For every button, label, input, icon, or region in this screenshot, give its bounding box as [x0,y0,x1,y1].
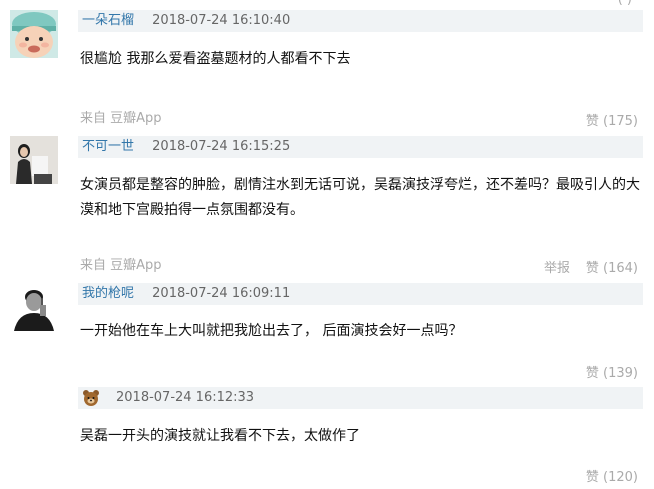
reply-text: 吴磊一开头的演技就让我看不下去，太做作了 [80,428,360,444]
vote-button[interactable]: 赞 (164) [586,257,638,276]
comment-text: 一开始他在车上大叫就把我尬出去了， 后面演技会好一点吗？ [80,323,463,339]
reply-timestamp: 2018-07-24 16:12:33 [116,390,255,405]
avatar-person[interactable] [10,136,58,184]
comment-timestamp: 2018-07-24 16:15:25 [152,139,291,154]
username-link[interactable]: 不可一世 [82,139,134,154]
comment-source: 来自 豆瓣App [80,258,162,273]
vote-button[interactable]: 赞 (139) [586,362,638,381]
comment-source: 来自 豆瓣App [80,111,162,126]
username-link[interactable]: 一朵石榴 [82,13,134,28]
comment-meta-bar: 我的枪呢 2018-07-24 16:09:11 [78,283,643,305]
comment-meta-bar: 不可一世 2018-07-24 16:15:25 [78,136,643,158]
partial-vote-count: ( ) [618,0,632,7]
comment-text: 女演员都是整容的肿脸，剧情注水到无话可说，吴磊演技浮夸烂，还不差吗？最吸引人的大… [80,177,640,218]
reply-meta-bar: 2018-07-24 16:12:33 [78,387,643,409]
comment-meta-bar: 一朵石榴 2018-07-24 16:10:40 [78,10,643,32]
comment-timestamp: 2018-07-24 16:10:40 [152,13,291,28]
vote-button[interactable]: 赞 (120) [586,466,638,485]
username-link[interactable]: 我的枪呢 [82,286,134,301]
avatar-baby[interactable] [10,10,58,58]
bear-icon[interactable] [82,389,100,407]
comment-text: 很尴尬 我那么爱看盗墓题材的人都看不下去 [80,51,351,67]
report-button[interactable]: 举报 [544,257,570,276]
avatar-smoker[interactable] [10,283,58,331]
comment-timestamp: 2018-07-24 16:09:11 [152,286,291,301]
vote-button[interactable]: 赞 (175) [586,110,638,129]
